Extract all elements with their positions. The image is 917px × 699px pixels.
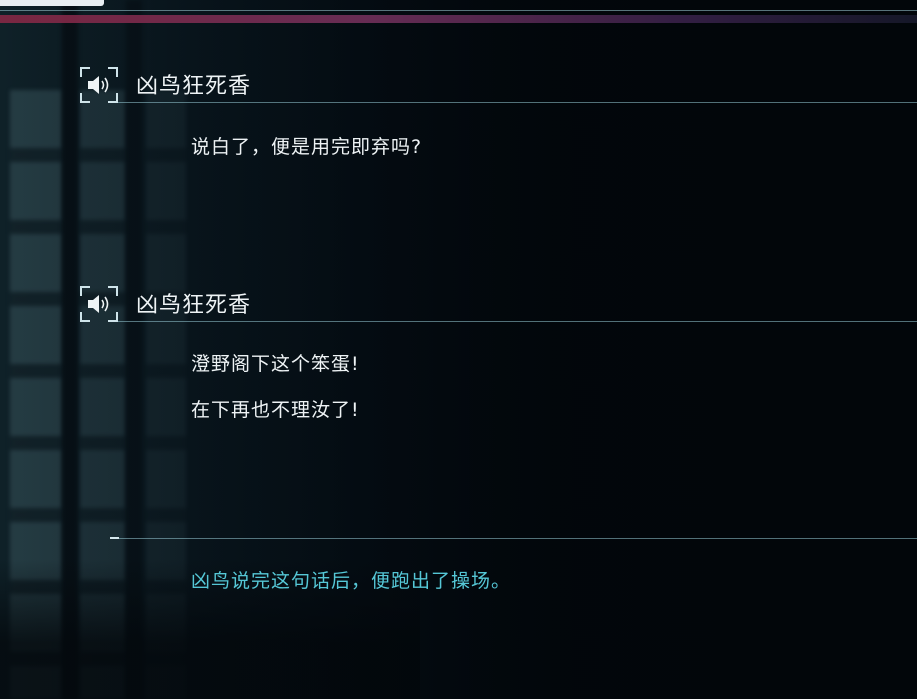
dialogue-line: 在下再也不理汝了! bbox=[191, 399, 360, 421]
speaker-name: 凶鸟狂死香 bbox=[136, 74, 252, 99]
speaker-icon bbox=[88, 76, 109, 94]
narration-divider bbox=[110, 538, 917, 539]
voice-replay-button[interactable] bbox=[80, 286, 118, 322]
voice-replay-button[interactable] bbox=[80, 67, 118, 103]
speaker-name: 凶鸟狂死香 bbox=[136, 293, 252, 318]
speaker-icon bbox=[88, 295, 109, 313]
dialogue-line: 澄野阁下这个笨蛋! bbox=[191, 353, 360, 375]
narration-text: 凶鸟说完这句话后，便跑出了操场。 bbox=[191, 570, 512, 592]
classroom-background bbox=[0, 0, 917, 699]
entry-divider bbox=[118, 321, 917, 322]
header-logo bbox=[0, 0, 104, 6]
dialogue-line: 说白了，便是用完即弃吗? bbox=[191, 136, 423, 158]
entry-divider bbox=[118, 102, 917, 103]
header-band bbox=[0, 15, 917, 23]
narration-marker bbox=[110, 537, 119, 539]
header-divider bbox=[0, 10, 917, 11]
